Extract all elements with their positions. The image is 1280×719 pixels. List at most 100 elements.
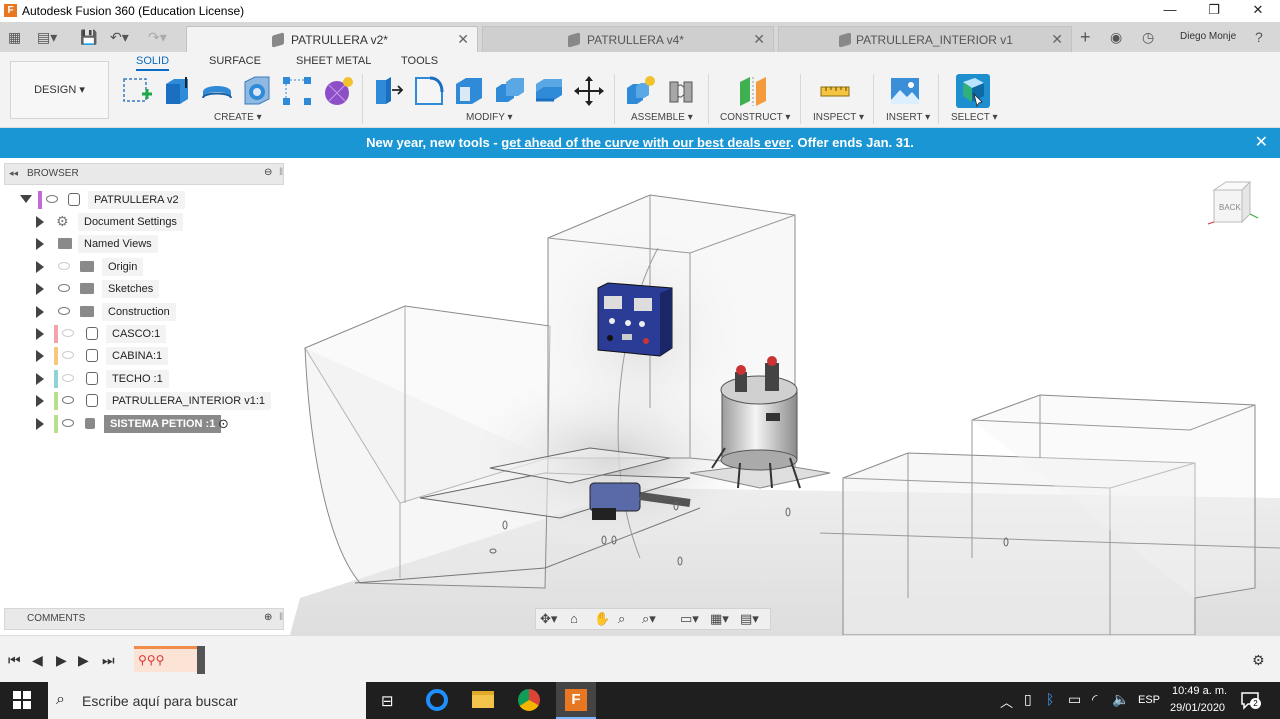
select-menu[interactable]: SELECT ▾ [951,112,998,123]
panel-pin-icon[interactable]: ‖ [279,167,283,178]
browser-item-casco[interactable]: CASCO:1 [36,325,276,343]
tab-solid[interactable]: SOLID [136,55,170,71]
expand-icon[interactable] [36,328,44,340]
visibility-eye-icon[interactable] [58,284,70,292]
browser-root[interactable]: PATRULLERA v2 [18,191,218,209]
fit-zoom-icon[interactable]: ⌕▾ [642,611,656,627]
step-forward-icon[interactable]: ▶ [78,652,89,669]
expand-root-icon[interactable] [20,195,32,203]
visibility-eye-off-icon[interactable] [62,351,74,359]
language-indicator[interactable]: ESP [1138,694,1160,706]
browser-item-document-settings[interactable]: ⚙ Document Settings [36,213,276,231]
pattern-icon[interactable] [280,74,314,108]
minimize-button[interactable]: — [1148,0,1192,22]
tab-patrullera-v2[interactable]: PATRULLERA v2* ✕ [186,26,478,52]
construct-menu[interactable]: CONSTRUCT ▾ [720,112,790,123]
visibility-eye-icon[interactable] [58,307,70,315]
close-tab-icon[interactable]: ✕ [753,31,765,48]
browser-item-techo[interactable]: TECHO :1 [36,370,276,388]
fusion-taskbar-icon[interactable]: F [556,682,596,719]
select-icon[interactable] [956,74,990,108]
job-status-icon[interactable]: ◉ [1110,28,1122,46]
offset-face-icon[interactable] [532,74,566,108]
browser-item-origin[interactable]: Origin [36,258,276,276]
add-comment-icon[interactable]: ⊕ [264,612,272,623]
task-view-icon[interactable]: ⊟ [381,692,394,710]
expand-icon[interactable] [36,306,44,318]
browser-item-construction[interactable]: Construction [36,303,276,321]
tray-chevron-icon[interactable]: ︿ [1000,692,1013,711]
battery-icon[interactable]: ▭ [1068,691,1081,708]
browser-item-patrullera-interior[interactable]: PATRULLERA_INTERIOR v1:1 [36,392,276,410]
timeline-settings-gear-icon[interactable]: ⚙ [1252,652,1265,669]
new-component-icon[interactable] [624,74,658,108]
go-to-end-icon[interactable]: ⏭ [102,652,115,669]
visibility-eye-icon[interactable] [46,195,58,203]
step-back-icon[interactable]: ◀ [32,652,43,669]
modify-menu[interactable]: MODIFY ▾ [466,112,513,123]
hole-icon[interactable] [240,74,274,108]
expand-icon[interactable] [36,216,44,228]
wifi-icon[interactable]: ◜ [1092,691,1097,708]
timeline-features[interactable]: ⚲⚲⚲ [134,646,204,672]
browser-item-named-views[interactable]: Named Views [36,235,276,253]
browser-item-sketches[interactable]: Sketches [36,280,276,298]
tab-patrullera-interior-v1[interactable]: PATRULLERA_INTERIOR v1 ✕ [778,26,1072,52]
browser-minus-icon[interactable]: ⊖ [264,167,272,178]
shell-icon[interactable] [452,74,486,108]
play-icon[interactable]: ▶ [56,652,67,669]
move-icon[interactable] [572,74,606,108]
browser-item-sistema-petion[interactable]: SISTEMA PETION :1 ⊙ [36,415,276,433]
clock-date[interactable]: 29/01/2020 [1170,702,1225,714]
joint-feature-icon[interactable]: ⚲⚲⚲ [138,653,164,667]
visibility-eye-icon[interactable] [62,396,74,404]
file-menu-icon[interactable]: ▤▾ [37,28,57,46]
expand-icon[interactable] [36,283,44,295]
expand-icon[interactable] [36,261,44,273]
viewports-icon[interactable]: ▤▾ [740,611,759,627]
press-pull-icon[interactable] [372,74,406,108]
expand-icon[interactable] [36,373,44,385]
chrome-icon[interactable] [518,689,540,711]
offset-plane-icon[interactable] [736,74,770,108]
visibility-eye-icon[interactable] [62,419,74,427]
orbit-icon[interactable]: ✥▾ [540,611,557,627]
collapse-panel-icon[interactable]: ◂◂ [9,168,18,179]
user-name[interactable]: Diego Monje [1180,28,1236,46]
visibility-eye-off-icon[interactable] [62,374,74,382]
create-menu[interactable]: CREATE ▾ [214,112,262,123]
usb-icon[interactable]: ▯ [1024,691,1032,708]
browser-item-cabina[interactable]: CABINA:1 [36,347,276,365]
tab-sheet-metal[interactable]: SHEET METAL [296,55,371,67]
fillet-icon[interactable] [412,74,446,108]
undo-icon[interactable]: ↶▾ [110,28,129,46]
expand-icon[interactable] [36,395,44,407]
insert-menu[interactable]: INSERT ▾ [886,112,930,123]
zoom-icon[interactable]: ⌕ [618,611,625,627]
restore-button[interactable]: ❐ [1192,0,1236,22]
measure-icon[interactable] [818,74,852,108]
revolve-icon[interactable] [200,74,234,108]
save-icon[interactable]: 💾 [80,28,97,46]
clock-time[interactable]: 10:49 a. m. [1172,685,1227,697]
tab-surface[interactable]: SURFACE [209,55,261,67]
comments-panel-header[interactable]: COMMENTS ⊕ ‖ [4,608,284,630]
visibility-eye-off-icon[interactable] [62,329,74,337]
assemble-menu[interactable]: ASSEMBLE ▾ [631,112,693,123]
create-sketch-icon[interactable] [120,74,154,108]
go-to-start-icon[interactable]: ⏮ [8,652,21,669]
data-panel-grid-icon[interactable]: ▦ [8,28,21,46]
visibility-eye-off-icon[interactable] [58,262,70,270]
close-tab-icon[interactable]: ✕ [457,31,469,48]
volume-icon[interactable]: 🔈 [1112,691,1129,708]
expand-icon[interactable] [36,350,44,362]
timeline-marker-icon[interactable] [197,646,205,674]
windows-start-icon[interactable] [13,691,31,709]
joint-icon[interactable] [664,74,698,108]
view-cube[interactable]: BACK [1206,180,1262,230]
create-form-icon[interactable] [320,74,354,108]
banner-link[interactable]: get ahead of the curve with our best dea… [501,135,790,150]
close-tab-icon[interactable]: ✕ [1051,31,1063,48]
browser-panel-header[interactable]: ◂◂ BROWSER ⊖ ‖ [4,163,284,185]
tab-tools[interactable]: TOOLS [401,55,438,67]
